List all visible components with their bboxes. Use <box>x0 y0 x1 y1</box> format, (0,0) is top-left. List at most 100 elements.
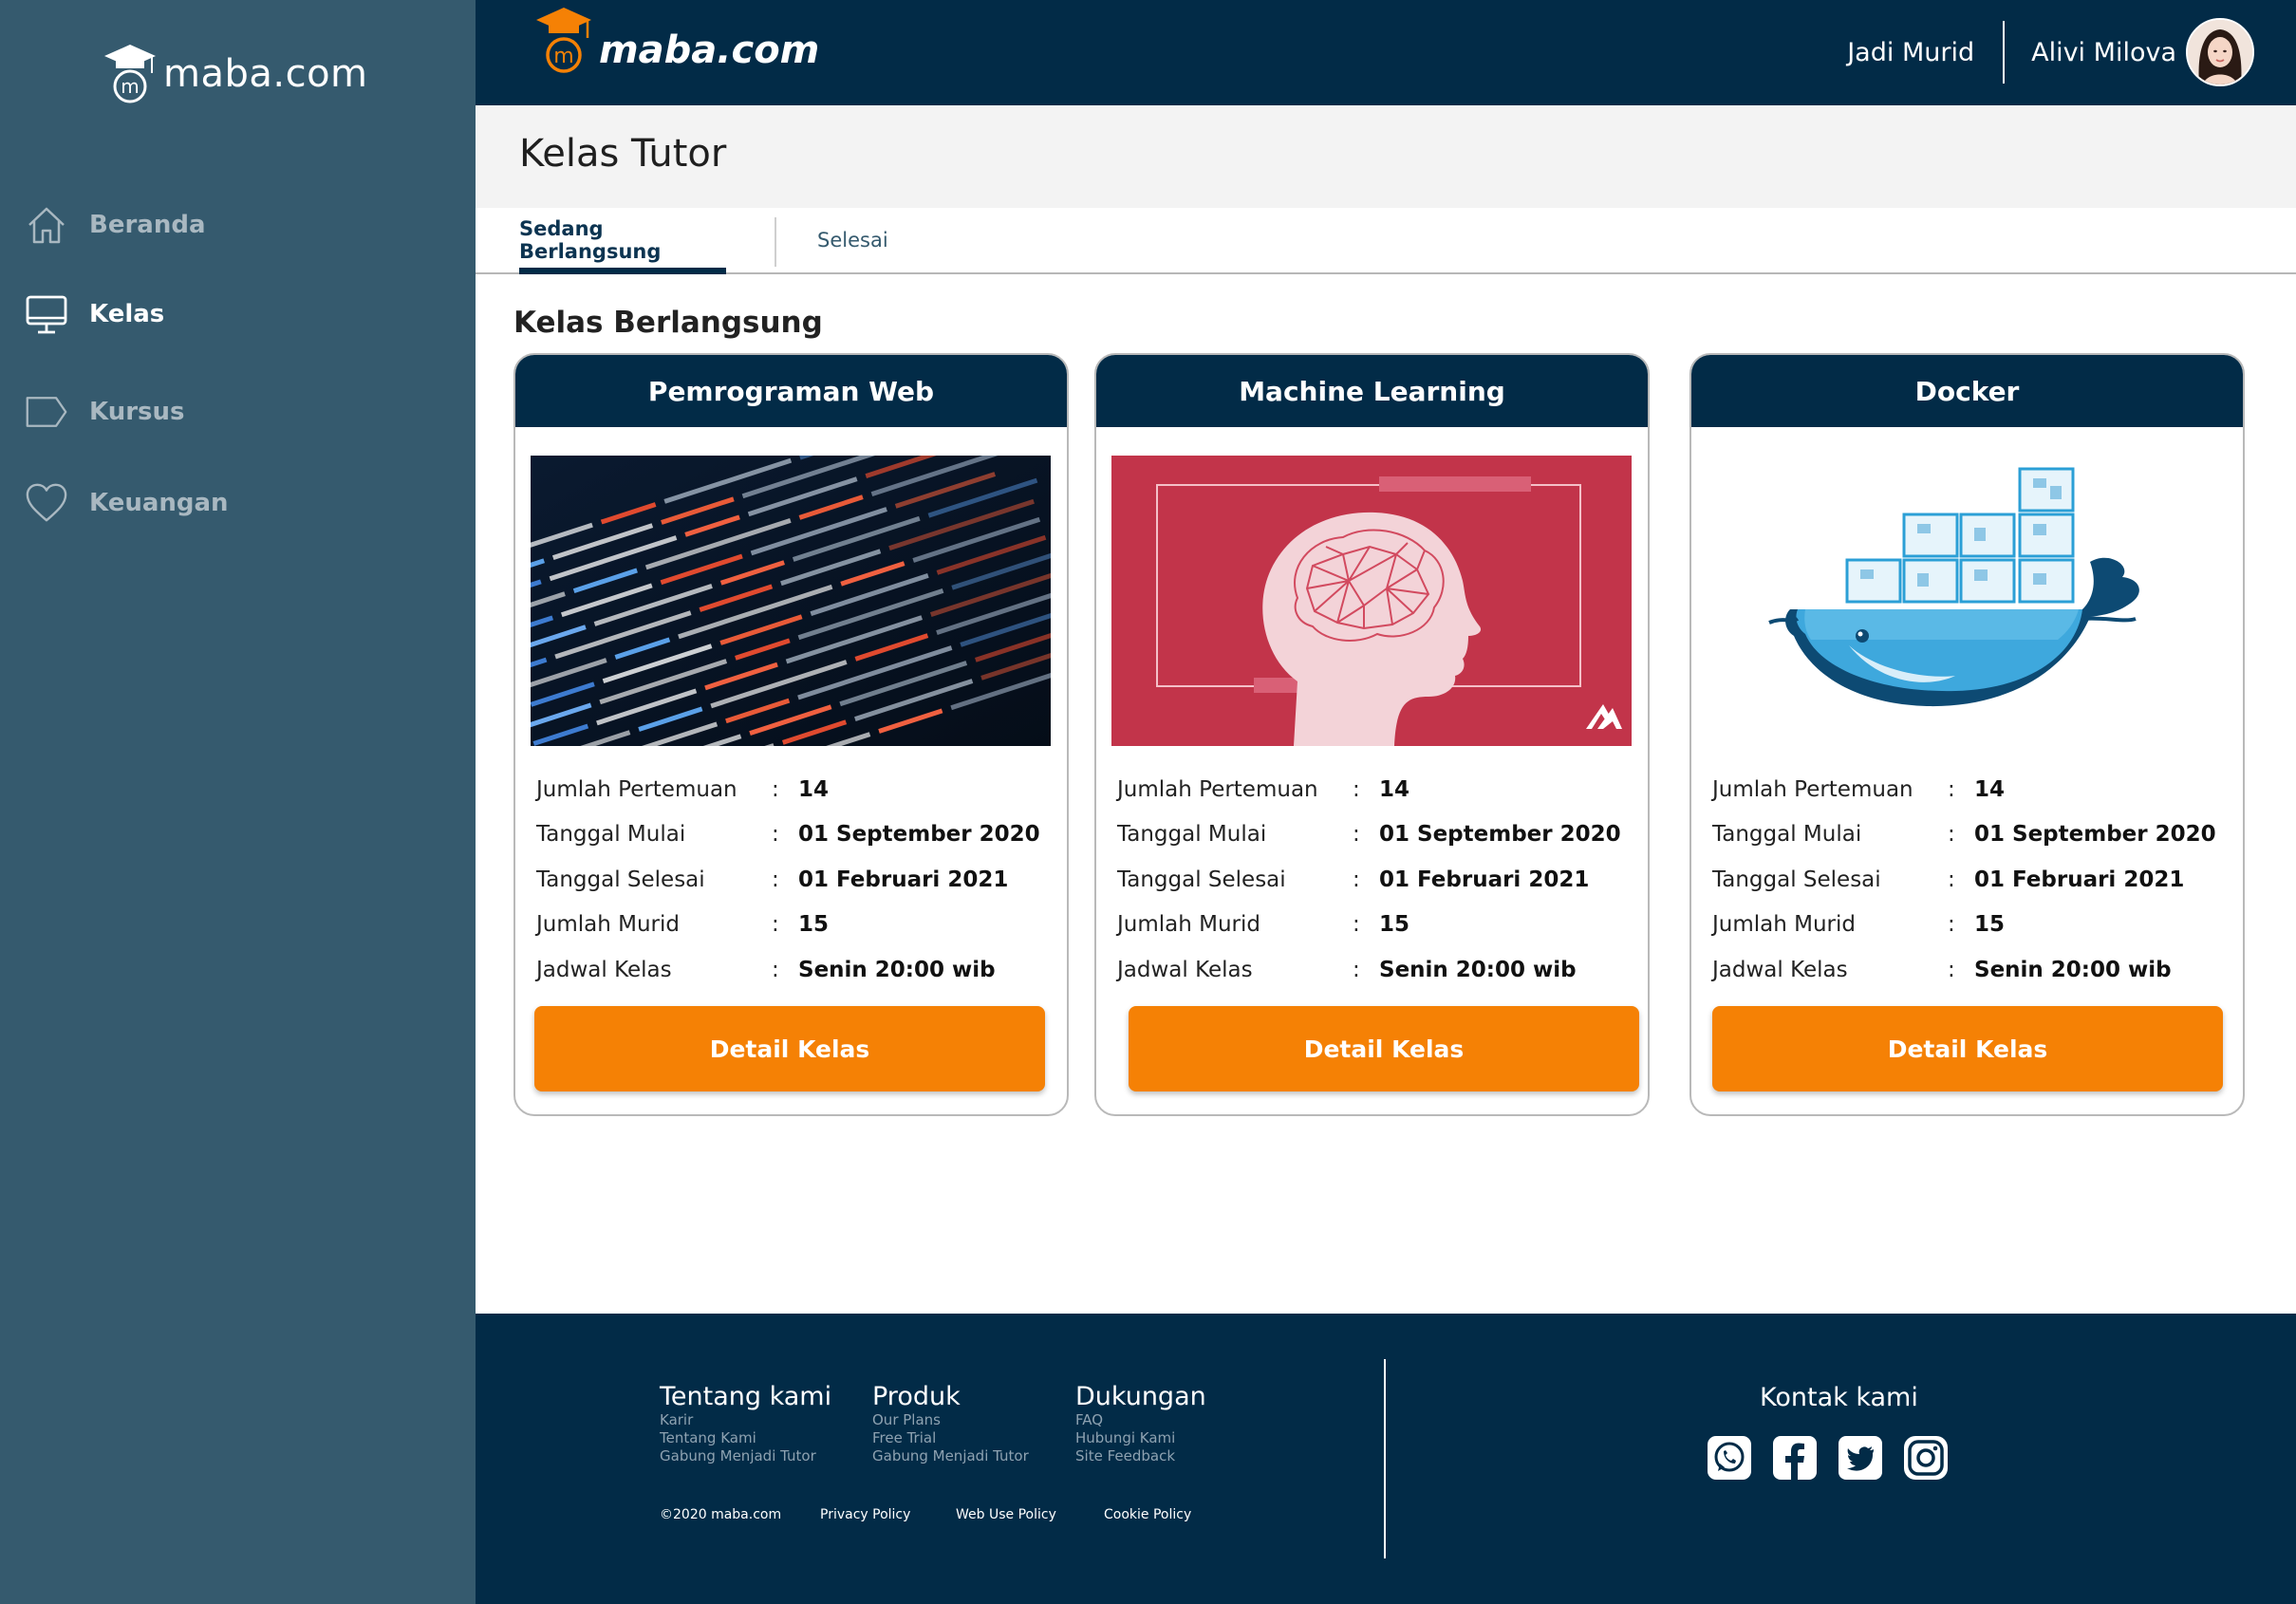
info-colon: : <box>772 867 779 892</box>
twitter-icon[interactable] <box>1838 1435 1883 1481</box>
info-label: Tanggal Selesai <box>1712 867 1881 892</box>
detail-kelas-button[interactable]: Detail Kelas <box>1129 1006 1639 1091</box>
whatsapp-icon[interactable] <box>1707 1435 1752 1481</box>
header-divider <box>2003 21 2006 84</box>
privacy-policy-link[interactable]: Privacy Policy <box>820 1507 910 1522</box>
info-colon: : <box>1948 867 1955 892</box>
footer-link[interactable]: Site Feedback <box>1075 1447 1206 1465</box>
info-label: Jumlah Murid <box>1117 912 1261 938</box>
info-label: Jumlah Pertemuan <box>1712 776 1913 802</box>
jadi-murid-link[interactable]: Jadi Murid <box>1847 38 1974 67</box>
detail-kelas-button[interactable]: Detail Kelas <box>1712 1006 2223 1091</box>
class-info: Jumlah Pertemuan : 14 Tanggal Mulai : 01… <box>1712 767 2225 993</box>
header-logo[interactable]: m maba.com <box>532 4 819 78</box>
sidebar-item-label: Beranda <box>89 211 206 239</box>
class-card-docker: Docker Jumlah Pertemuan: 14 Tanggal Mul… <box>1689 353 2245 1116</box>
footer-divider <box>1384 1359 1386 1558</box>
info-value: 15 <box>1379 912 1410 938</box>
page-title: Kelas Tutor <box>519 132 727 176</box>
class-card-machine-learning: Machine Learning Jumlah Pertemuan : 14 T… <box>1094 353 1650 1116</box>
info-label: Tanggal Selesai <box>536 867 705 892</box>
footer-column-title: Dukungan <box>1075 1382 1206 1411</box>
info-colon: : <box>1948 912 1955 938</box>
info-value: 15 <box>1974 912 2006 938</box>
info-label: Tanggal Mulai <box>1117 822 1267 848</box>
info-row-jumlah-pertemuan: Jumlah Pertemuan : 14 <box>536 767 1049 812</box>
tab-selesai[interactable]: Selesai <box>817 208 888 272</box>
svg-text:m: m <box>121 75 139 98</box>
tab-bar: Sedang Berlangsung Selesai <box>476 208 2296 274</box>
sidebar-item-label: Kursus <box>89 398 185 426</box>
footer-column-title: Tentang kami <box>660 1382 832 1411</box>
cookie-policy-link[interactable]: Cookie Policy <box>1104 1507 1191 1522</box>
tag-icon <box>25 390 68 434</box>
info-value: 14 <box>1379 776 1410 802</box>
card-title: Pemrograman Web <box>647 375 935 407</box>
info-row-jumlah-murid: Jumlah Murid : 15 <box>536 903 1049 948</box>
info-label: Tanggal Mulai <box>536 822 686 848</box>
info-value: 01 September 2020 <box>1379 822 1621 848</box>
info-row-tanggal-selesai: Tanggal Selesai : 01 Februari 2021 <box>536 857 1049 903</box>
card-title: Docker <box>1914 375 2020 407</box>
info-label: Jadwal Kelas <box>1117 957 1253 982</box>
card-header: Docker <box>1691 355 2243 427</box>
info-value: 14 <box>1974 776 2006 802</box>
info-colon: : <box>1353 776 1360 802</box>
sidebar-item-keuangan[interactable]: Keuangan <box>25 475 229 532</box>
sidebar-item-kursus[interactable]: Kursus <box>25 383 184 440</box>
instagram-icon[interactable] <box>1903 1435 1949 1481</box>
footer-link[interactable]: Our Plans <box>872 1411 1029 1429</box>
info-value: 01 Februari 2021 <box>1974 867 2185 892</box>
info-colon: : <box>1353 912 1360 938</box>
detail-kelas-button[interactable]: Detail Kelas <box>534 1006 1045 1091</box>
facebook-icon[interactable] <box>1772 1435 1818 1481</box>
card-header: Pemrograman Web <box>515 355 1067 427</box>
avatar[interactable] <box>2186 18 2254 86</box>
info-label: Jumlah Pertemuan <box>1117 776 1318 802</box>
info-row-tanggal-selesai: Tanggal Selesai : 01 Februari 2021 <box>1712 857 2225 903</box>
info-label: Jadwal Kelas <box>536 957 672 982</box>
info-colon: : <box>1353 822 1360 848</box>
info-label: Jumlah Murid <box>536 912 681 938</box>
footer-link[interactable]: Tentang Kami <box>660 1429 831 1447</box>
info-row-jumlah-pertemuan: Jumlah Pertemuan : 14 <box>1117 767 1630 812</box>
footer-link[interactable]: Karir <box>660 1411 831 1429</box>
info-value: 14 <box>798 776 830 802</box>
info-row-tanggal-mulai: Tanggal Mulai : 01 September 2020 <box>536 812 1049 858</box>
info-row-tanggal-mulai: Tanggal Mulai : 01 September 2020 <box>1712 812 2225 858</box>
sidebar-item-beranda[interactable]: Beranda <box>25 196 205 253</box>
info-colon: : <box>1948 822 1955 848</box>
header-logo-text: maba.com <box>599 28 820 72</box>
info-colon: : <box>772 776 779 802</box>
tab-sedang-berlangsung[interactable]: Sedang Berlangsung <box>519 208 726 274</box>
sidebar: m maba.com Beranda Kelas Kursus Keuangan <box>0 0 476 1604</box>
info-value: Senin 20:00 wib <box>1379 957 1577 982</box>
footer-column-produk: Produk Our Plans Free Trial Gabung Menja… <box>872 1382 1029 1465</box>
user-name[interactable]: Alivi Milova <box>2031 38 2176 67</box>
info-value: 01 Februari 2021 <box>798 867 1009 892</box>
footer-link[interactable]: Gabung Menjadi Tutor <box>872 1447 1029 1465</box>
info-row-jumlah-murid: Jumlah Murid : 15 <box>1117 903 1630 948</box>
footer: Tentang kami Karir Tentang Kami Gabung M… <box>476 1314 2296 1604</box>
info-colon: : <box>772 957 779 982</box>
sidebar-logo[interactable]: m maba.com <box>103 40 368 108</box>
info-row-jadwal-kelas: Jadwal Kelas : Senin 20:00 wib <box>1712 947 2225 993</box>
footer-link[interactable]: Hubungi Kami <box>1075 1429 1206 1447</box>
class-info: Jumlah Pertemuan : 14 Tanggal Mulai : 01… <box>536 767 1049 993</box>
monitor-icon <box>25 292 68 336</box>
footer-link[interactable]: Free Trial <box>872 1429 1029 1447</box>
info-colon: : <box>772 912 779 938</box>
header-user-area: Jadi Murid Alivi Milova <box>1847 18 2254 86</box>
info-label: Jumlah Pertemuan <box>536 776 737 802</box>
info-label: Tanggal Selesai <box>1117 867 1286 892</box>
info-value: Senin 20:00 wib <box>798 957 996 982</box>
web-use-policy-link[interactable]: Web Use Policy <box>956 1507 1056 1522</box>
sidebar-item-kelas[interactable]: Kelas <box>25 286 164 343</box>
contact-title: Kontak kami <box>1760 1383 1918 1412</box>
info-label: Tanggal Mulai <box>1712 822 1862 848</box>
info-colon: : <box>1948 776 1955 802</box>
class-info: Jumlah Pertemuan : 14 Tanggal Mulai : 01… <box>1117 767 1630 993</box>
home-icon <box>25 203 68 247</box>
footer-link[interactable]: Gabung Menjadi Tutor <box>660 1447 831 1465</box>
footer-link[interactable]: FAQ <box>1075 1411 1206 1429</box>
